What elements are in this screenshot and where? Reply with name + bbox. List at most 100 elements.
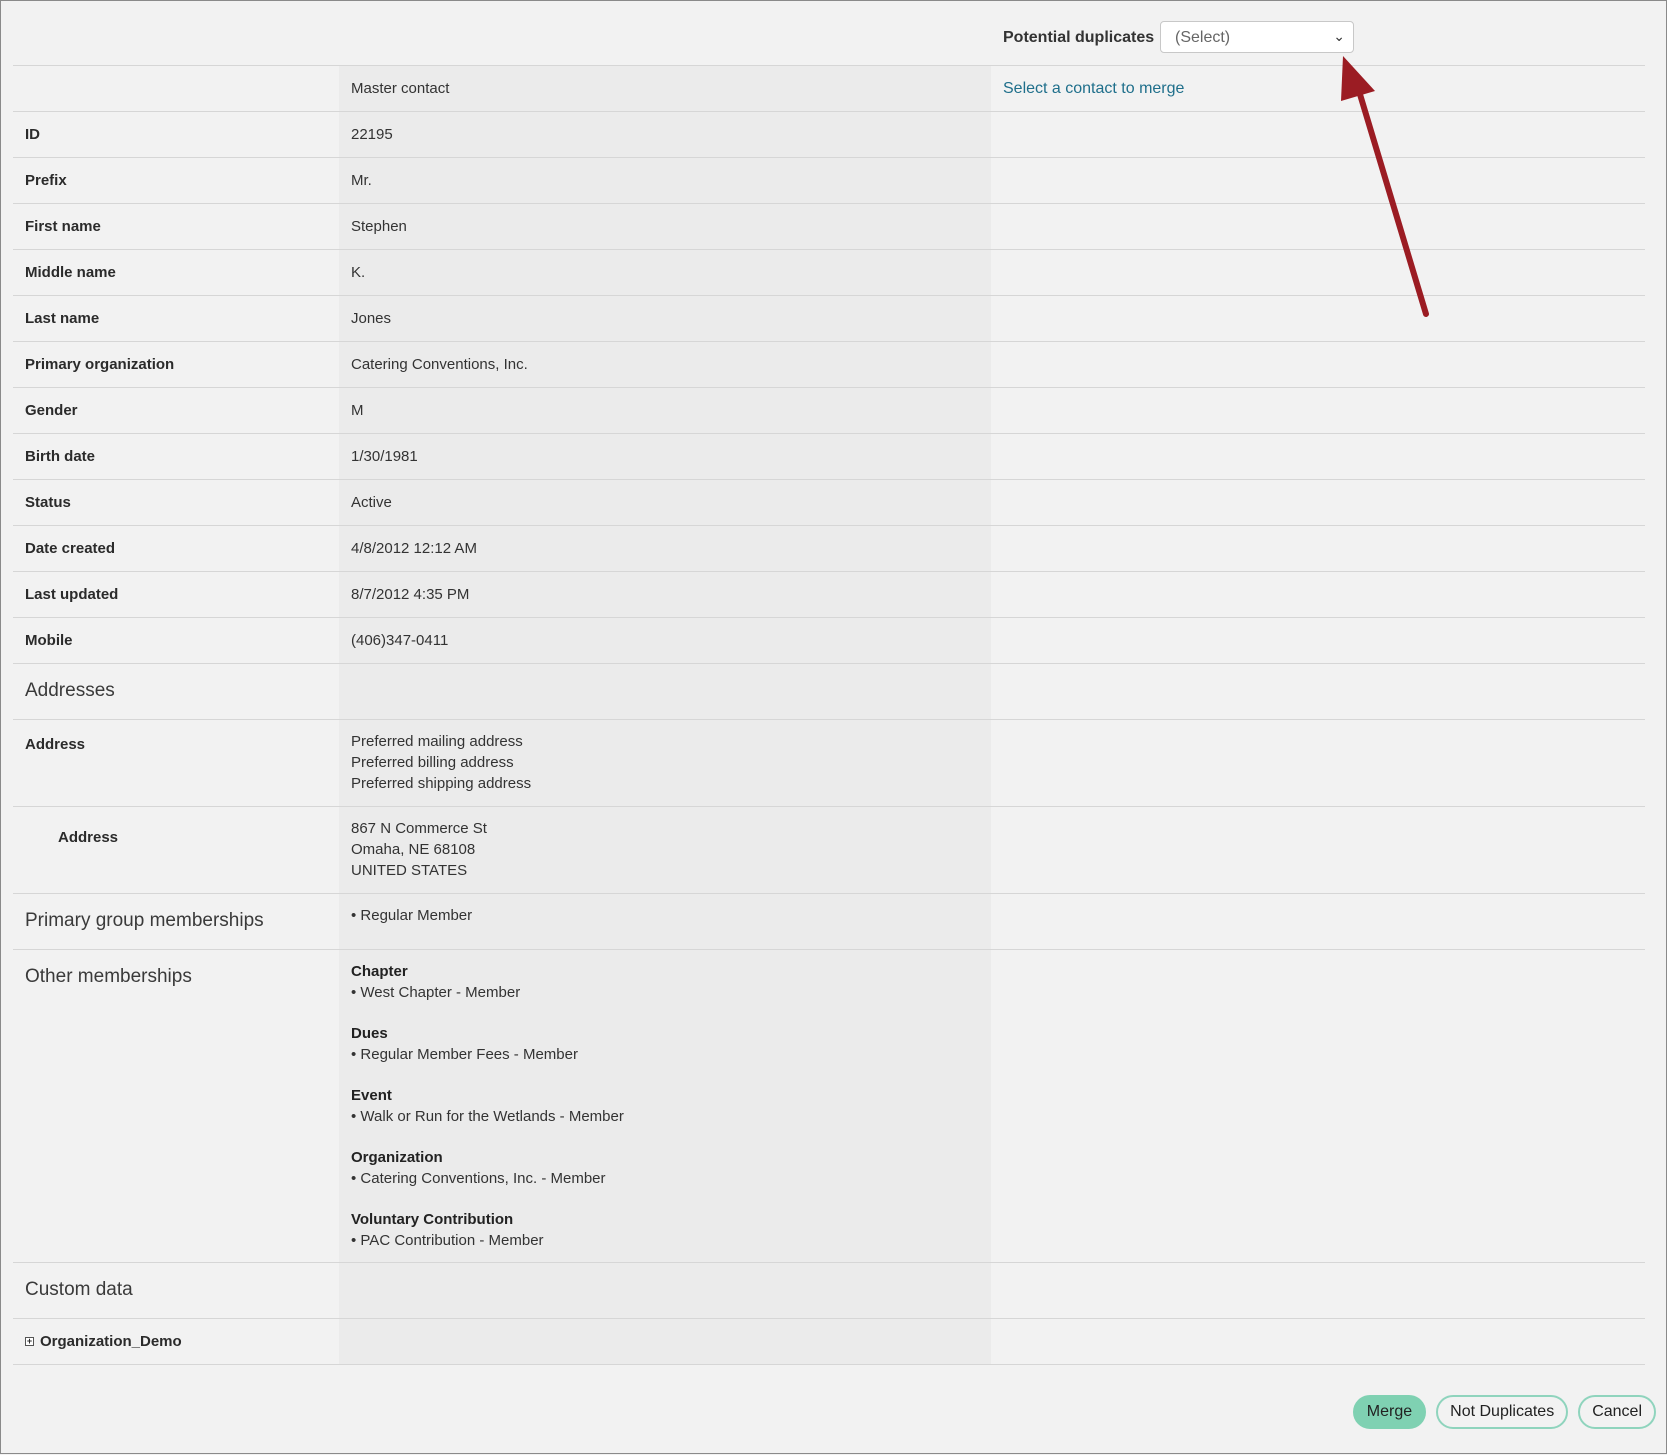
list-item: • PAC Contribution - Member — [351, 1232, 544, 1249]
field-value: 4/8/2012 12:12 AM — [339, 526, 991, 571]
field-row-last-updated: Last updated 8/7/2012 4:35 PM — [13, 572, 1645, 618]
field-row-id: ID 22195 — [13, 112, 1645, 158]
list-item: • Regular Member — [351, 907, 473, 924]
address-street: 867 N Commerce St — [351, 820, 487, 837]
membership-group-title: Organization — [351, 1149, 443, 1166]
field-value: 22195 — [339, 112, 991, 157]
membership-group-title: Event — [351, 1087, 392, 1104]
select-value: (Select) — [1175, 29, 1231, 46]
field-value: Stephen — [339, 204, 991, 249]
merge-value — [991, 204, 1645, 249]
field-row-first-name: First name Stephen — [13, 204, 1645, 250]
field-row-mobile: Mobile (406)347-0411 — [13, 618, 1645, 664]
merge-value — [991, 480, 1645, 525]
column-header-row: Master contact Select a contact to merge — [13, 66, 1645, 112]
merge-value — [991, 950, 1645, 1262]
merge-value — [991, 112, 1645, 157]
field-value: Catering Conventions, Inc. — [339, 342, 991, 387]
not-duplicates-button[interactable]: Not Duplicates — [1436, 1395, 1569, 1429]
plus-box-icon[interactable]: + — [25, 1337, 34, 1346]
field-row-primary-organization: Primary organization Catering Convention… — [13, 342, 1645, 388]
field-row-gender: Gender M — [13, 388, 1645, 434]
address-country: UNITED STATES — [351, 862, 468, 879]
custom-data-item[interactable]: + Organization_Demo — [13, 1319, 339, 1364]
address-preferences-row: Address Preferred mailing address Prefer… — [13, 720, 1645, 807]
merge-value — [991, 250, 1645, 295]
merge-contacts-panel: Potential duplicates (Select) ⌄ Master c… — [0, 0, 1667, 1454]
cancel-button[interactable]: Cancel — [1578, 1395, 1656, 1429]
list-item: • West Chapter - Member — [351, 984, 521, 1001]
address-city: Omaha, NE 68108 — [351, 841, 476, 858]
address-sub-label: Address — [58, 829, 119, 846]
merge-value — [991, 526, 1645, 571]
field-label: Gender — [25, 402, 78, 419]
merge-value — [991, 296, 1645, 341]
field-value: (406)347-0411 — [339, 618, 991, 663]
chevron-down-icon: ⌄ — [1333, 28, 1345, 44]
field-label: Prefix — [25, 172, 67, 189]
merge-value — [991, 894, 1645, 949]
address-detail-row: Address 867 N Commerce St Omaha, NE 6810… — [13, 807, 1645, 894]
field-value: 8/7/2012 4:35 PM — [339, 572, 991, 617]
custom-data-item-row: + Organization_Demo — [13, 1319, 1645, 1365]
field-value: Jones — [339, 296, 991, 341]
membership-group-title: Voluntary Contribution — [351, 1211, 514, 1228]
custom-data-item-label: Organization_Demo — [40, 1333, 182, 1350]
field-row-last-name: Last name Jones — [13, 296, 1645, 342]
merge-value — [991, 342, 1645, 387]
custom-data-row: Custom data — [13, 1263, 1645, 1319]
potential-duplicates-select[interactable]: (Select) ⌄ — [1160, 21, 1354, 53]
field-label: Birth date — [25, 448, 96, 465]
field-label: Mobile — [25, 632, 73, 649]
merge-button[interactable]: Merge — [1352, 1395, 1427, 1429]
address-label: Address — [25, 736, 86, 753]
merge-table: Master contact Select a contact to merge… — [13, 66, 1645, 1365]
other-memberships-row: Other memberships Chapter • West Chapter… — [13, 950, 1645, 1263]
field-value: Active — [339, 480, 991, 525]
action-buttons: Merge Not Duplicates Cancel — [1352, 1395, 1656, 1429]
merge-value — [991, 434, 1645, 479]
address-preferences: Preferred mailing address Preferred bill… — [339, 720, 991, 806]
membership-group-title: Dues — [351, 1025, 388, 1042]
primary-groups-row: Primary group memberships • Regular Memb… — [13, 894, 1645, 950]
select-contact-link[interactable]: Select a contact to merge — [1003, 80, 1184, 98]
custom-data-empty — [339, 1263, 991, 1318]
merge-value — [991, 1263, 1645, 1318]
other-memberships-list: Chapter • West Chapter - Member Dues • R… — [339, 950, 991, 1262]
field-row-status: Status Active — [13, 480, 1645, 526]
potential-duplicates-label: Potential duplicates — [1003, 29, 1155, 46]
list-item: • Walk or Run for the Wetlands - Member — [351, 1108, 624, 1125]
addresses-section-row: Addresses — [13, 664, 1645, 720]
field-row-date-created: Date created 4/8/2012 12:12 AM — [13, 526, 1645, 572]
primary-groups-list: • Regular Member — [339, 894, 991, 949]
field-label: First name — [25, 218, 101, 235]
field-label: Date created — [25, 540, 116, 557]
preference-billing: Preferred billing address — [351, 754, 514, 771]
field-label: Primary organization — [25, 356, 175, 373]
field-label: Status — [25, 494, 71, 511]
field-label: Last name — [25, 310, 100, 327]
merge-value — [991, 572, 1645, 617]
field-value: Mr. — [339, 158, 991, 203]
merge-value — [991, 618, 1645, 663]
master-contact-header: Master contact — [339, 66, 991, 111]
merge-value — [991, 720, 1645, 806]
merge-value — [991, 1319, 1645, 1364]
addresses-title: Addresses — [25, 680, 115, 701]
primary-groups-title: Primary group memberships — [25, 910, 264, 931]
field-row-middle-name: Middle name K. — [13, 250, 1645, 296]
field-label: Last updated — [25, 586, 119, 603]
list-item: • Catering Conventions, Inc. - Member — [351, 1170, 606, 1187]
merge-value — [991, 807, 1645, 893]
address-lines: 867 N Commerce St Omaha, NE 68108 UNITED… — [339, 807, 991, 893]
other-memberships-title: Other memberships — [25, 966, 192, 987]
merge-value — [991, 664, 1645, 719]
preference-shipping: Preferred shipping address — [351, 775, 532, 792]
merge-value — [991, 158, 1645, 203]
top-bar: Potential duplicates (Select) ⌄ — [13, 1, 1645, 66]
field-value: K. — [339, 250, 991, 295]
field-value: M — [339, 388, 991, 433]
merge-value — [991, 388, 1645, 433]
membership-group-title: Chapter — [351, 963, 408, 980]
addresses-empty — [339, 664, 991, 719]
